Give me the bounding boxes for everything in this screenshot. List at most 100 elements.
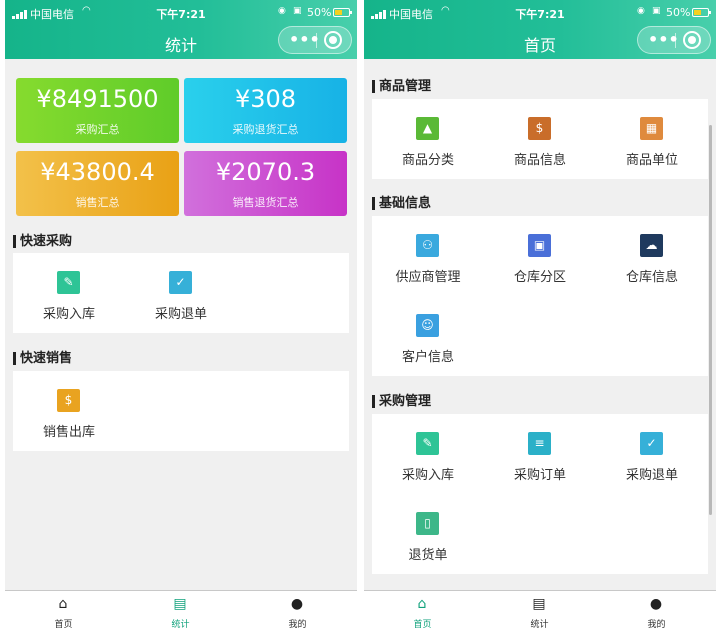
tab-bar: ⌂ 首页 ▤ 统计 ● 我的: [364, 590, 716, 632]
capsule-menu: •••: [278, 26, 352, 54]
battery-percent: 50%: [307, 6, 332, 19]
purchase-summary-card[interactable]: ¥8491500 采购汇总: [16, 78, 179, 143]
category-icon: ▲: [416, 117, 439, 140]
tab-bar: ⌂ 首页 ▤ 统计 ● 我的: [5, 590, 357, 632]
customer-info-label: 客户信息: [401, 350, 454, 365]
supplier-icon: ⚇: [416, 234, 439, 257]
outbound-doc-icon: $: [57, 389, 80, 412]
tab-stats[interactable]: ▤ 统计: [122, 591, 239, 632]
close-miniprogram-icon[interactable]: [683, 31, 701, 49]
tab-profile[interactable]: ● 我的: [598, 591, 715, 632]
stats-icon: ▤: [532, 596, 546, 612]
clock: 下午7:21: [515, 8, 565, 21]
customer-icon: ☺: [416, 314, 439, 337]
close-miniprogram-icon[interactable]: [324, 31, 342, 49]
goods-unit-item[interactable]: ▦ 商品单位: [596, 99, 708, 179]
purchase-inbound-label: 采购入库: [42, 307, 95, 322]
tab-profile-label: 我的: [647, 620, 666, 630]
purchase-inbound-item[interactable]: ✎ 采购入库: [13, 253, 125, 333]
purchase-inbound-label: 采购入库: [401, 468, 454, 483]
customer-info-item[interactable]: ☺ 客户信息: [372, 296, 484, 376]
goods-management-panel: ▲ 商品分类 $ 商品信息 ▦ 商品单位: [372, 99, 708, 179]
clock: 下午7:21: [156, 8, 206, 21]
quick-purchase-panel: ✎ 采购入库 ✓ 采购退单: [13, 253, 349, 333]
order-icon: ≡: [528, 432, 551, 455]
sales-return-summary-value: ¥2070.3: [215, 158, 316, 186]
stats-icon: ▤: [173, 596, 187, 612]
alarm-icon: ▣: [652, 6, 661, 16]
basic-info-title: 基础信息: [372, 197, 431, 210]
home-icon: ⌂: [58, 596, 68, 612]
return-doc-item[interactable]: ▯ 退货单: [372, 494, 484, 574]
purchase-return-label: 采购退单: [154, 307, 207, 322]
home-content: 商品管理 ▲ 商品分类 $ 商品信息 ▦ 商品单位 基础信息 ⚇ 供应商管理 ▣: [364, 59, 716, 590]
unit-icon: ▦: [640, 117, 663, 140]
supplier-management-label: 供应商管理: [395, 270, 461, 285]
alarm-icon: ▣: [293, 6, 302, 16]
return-bag-icon: ✓: [169, 271, 192, 294]
capsule-divider: [675, 33, 676, 48]
warehouse-info-item[interactable]: ☁ 仓库信息: [596, 216, 708, 296]
stats-content: ¥8491500 采购汇总 ¥308 采购退货汇总 ¥43800.4 销售汇总 …: [5, 59, 357, 590]
battery-icon: [692, 8, 711, 17]
tab-home[interactable]: ⌂ 首页: [5, 591, 122, 632]
tab-stats-label: 统计: [171, 620, 190, 630]
status-bar: 中国电信 ◠ 下午7:21 ◉ ▣ 50%: [5, 0, 357, 26]
sales-outbound-item[interactable]: $ 销售出库: [13, 371, 125, 451]
tab-stats[interactable]: ▤ 统计: [481, 591, 598, 632]
home-screen: 中国电信 ◠ 下午7:21 ◉ ▣ 50% 首页 ••• 商品管理 ▲ 商品分类…: [364, 0, 716, 632]
status-bar: 中国电信 ◠ 下午7:21 ◉ ▣ 50%: [364, 0, 716, 26]
purchase-return-summary-card[interactable]: ¥308 采购退货汇总: [184, 78, 347, 143]
sales-return-summary-card[interactable]: ¥2070.3 销售退货汇总: [184, 151, 347, 216]
warehouse-info-label: 仓库信息: [625, 270, 678, 285]
nav-bar: 中国电信 ◠ 下午7:21 ◉ ▣ 50% 统计 •••: [5, 0, 357, 59]
cloud-icon: ☁: [640, 234, 663, 257]
rotation-lock-icon: ◉: [278, 6, 286, 16]
purchase-return-summary-label: 采购退货汇总: [232, 123, 299, 136]
product-info-icon: $: [528, 117, 551, 140]
sales-summary-card[interactable]: ¥43800.4 销售汇总: [16, 151, 179, 216]
sales-summary-value: ¥43800.4: [40, 158, 155, 186]
quick-sales-title: 快速销售: [13, 352, 72, 365]
tab-profile-label: 我的: [288, 620, 307, 630]
return-doc-icon: ▯: [416, 512, 439, 535]
warehouse-zone-item[interactable]: ▣ 仓库分区: [484, 216, 596, 296]
tab-stats-label: 统计: [530, 620, 549, 630]
profile-icon: ●: [290, 596, 304, 612]
purchase-management-title: 采购管理: [372, 395, 431, 408]
purchase-order-label: 采购订单: [513, 468, 566, 483]
goods-info-label: 商品信息: [513, 153, 566, 168]
tab-home-label: 首页: [413, 620, 432, 630]
purchase-summary-label: 采购汇总: [75, 123, 120, 136]
purchase-return-item[interactable]: ✓ 采购退单: [596, 414, 708, 494]
sales-return-summary-label: 销售退货汇总: [232, 196, 299, 209]
return-bag-icon: ✓: [640, 432, 663, 455]
quick-purchase-title: 快速采购: [13, 235, 72, 248]
purchase-order-item[interactable]: ≡ 采购订单: [484, 414, 596, 494]
stats-screen: 中国电信 ◠ 下午7:21 ◉ ▣ 50% 统计 ••• ¥8491500 采购…: [5, 0, 357, 632]
purchase-return-item[interactable]: ✓ 采购退单: [125, 253, 237, 333]
warehouse-zone-label: 仓库分区: [513, 270, 566, 285]
pencil-icon: ✎: [57, 271, 80, 294]
return-doc-label: 退货单: [408, 548, 448, 563]
rotation-lock-icon: ◉: [637, 6, 645, 16]
battery-icon: [333, 8, 352, 17]
tab-home[interactable]: ⌂ 首页: [364, 591, 481, 632]
purchase-return-label: 采购退单: [625, 468, 678, 483]
purchase-inbound-item[interactable]: ✎ 采购入库: [372, 414, 484, 494]
purchase-management-panel: ✎ 采购入库 ≡ 采购订单 ✓ 采购退单 ▯ 退货单: [372, 414, 708, 574]
purchase-summary-value: ¥8491500: [36, 85, 159, 113]
sales-summary-label: 销售汇总: [75, 196, 120, 209]
scrollbar[interactable]: [709, 125, 712, 515]
basic-info-panel: ⚇ 供应商管理 ▣ 仓库分区 ☁ 仓库信息 ☺ 客户信息: [372, 216, 708, 376]
goods-info-item[interactable]: $ 商品信息: [484, 99, 596, 179]
goods-category-item[interactable]: ▲ 商品分类: [372, 99, 484, 179]
capsule-divider: [316, 33, 317, 48]
tab-profile[interactable]: ● 我的: [239, 591, 356, 632]
profile-icon: ●: [649, 596, 663, 612]
home-icon: ⌂: [417, 596, 427, 612]
goods-unit-label: 商品单位: [625, 153, 678, 168]
supplier-management-item[interactable]: ⚇ 供应商管理: [372, 216, 484, 296]
tab-home-label: 首页: [54, 620, 73, 630]
goods-management-title: 商品管理: [372, 80, 431, 93]
